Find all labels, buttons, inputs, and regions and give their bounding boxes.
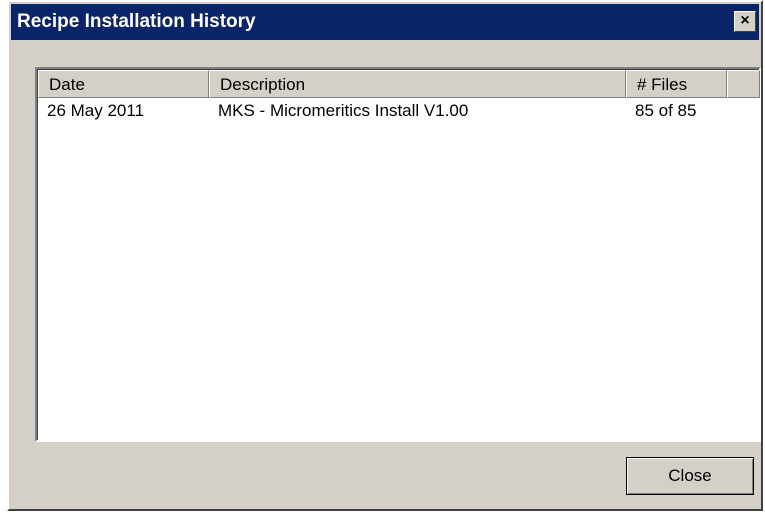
list-header: Date Description # Files — [38, 70, 760, 98]
cell-date: 26 May 2011 — [47, 101, 145, 120]
column-header-filler — [727, 70, 760, 98]
column-header-date[interactable]: Date — [38, 70, 209, 98]
close-icon[interactable]: × — [734, 11, 756, 32]
cell-description: MKS - Micromeritics Install V1.00 — [218, 101, 469, 120]
title-bar[interactable]: Recipe Installation History × — [11, 4, 759, 40]
close-button[interactable]: Close — [626, 457, 754, 495]
column-header-files[interactable]: # Files — [626, 70, 727, 98]
recipe-history-dialog: Recipe Installation History × Date Descr… — [7, 0, 763, 511]
dialog-title: Recipe Installation History — [17, 11, 256, 32]
history-list[interactable]: Date Description # Files 26 May 2011 MKS… — [35, 67, 761, 442]
column-header-description[interactable]: Description — [209, 70, 626, 98]
table-row[interactable]: 26 May 2011 MKS - Micromeritics Install … — [38, 98, 759, 124]
list-rows: 26 May 2011 MKS - Micromeritics Install … — [38, 98, 759, 124]
cell-files: 85 of 85 — [635, 101, 697, 120]
